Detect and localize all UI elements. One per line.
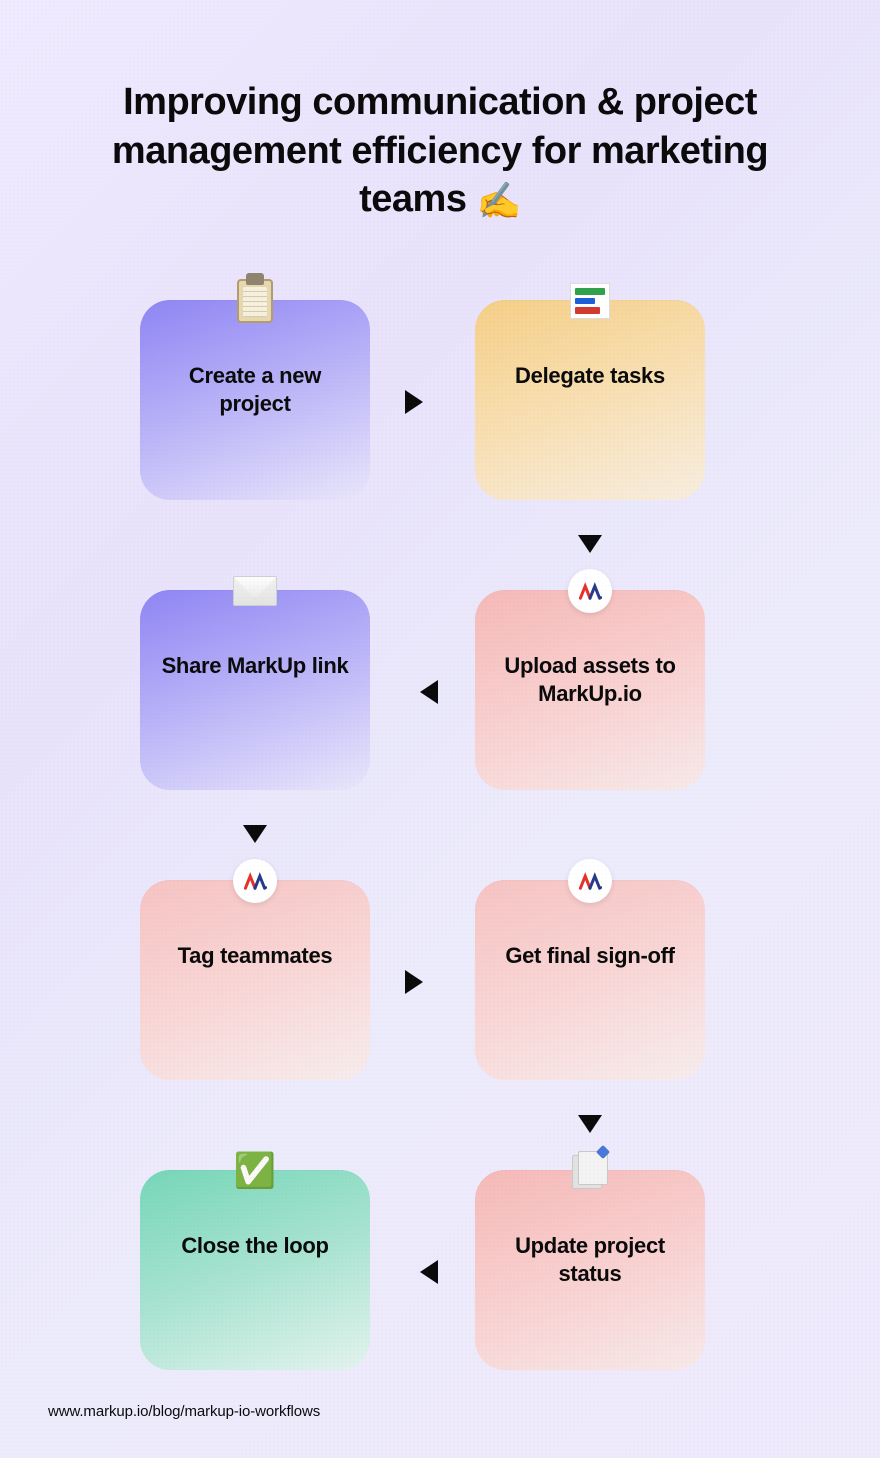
step-close-loop: ✅ Close the loop <box>140 1170 370 1370</box>
step-update-status: Update project status <box>475 1170 705 1370</box>
step-label: Update project status <box>475 1232 705 1287</box>
markup-logo-icon <box>232 858 278 904</box>
step-label: Create a new project <box>140 362 370 417</box>
document-stack-icon <box>567 1148 613 1194</box>
step-label: Delegate tasks <box>497 362 683 390</box>
footer-url: www.markup.io/blog/markup-io-workflows <box>48 1403 320 1420</box>
arrow-down-icon <box>578 1115 602 1133</box>
arrow-right-icon <box>405 390 423 414</box>
bars-icon <box>567 278 613 324</box>
arrow-left-icon <box>420 1260 438 1284</box>
arrow-left-icon <box>420 680 438 704</box>
step-delegate-tasks: Delegate tasks <box>475 300 705 500</box>
writing-hand-icon: ✍️ <box>477 180 521 221</box>
step-share-link: Share MarkUp link <box>140 590 370 790</box>
arrow-right-icon <box>405 970 423 994</box>
title-text: Improving communication & project manage… <box>112 81 768 220</box>
markup-logo-icon <box>567 568 613 614</box>
step-label: Tag teammates <box>160 942 351 970</box>
step-upload-assets: Upload assets to MarkUp.io <box>475 590 705 790</box>
step-label: Upload assets to MarkUp.io <box>475 652 705 707</box>
arrow-down-icon <box>243 825 267 843</box>
check-icon: ✅ <box>232 1148 278 1194</box>
envelope-icon <box>232 568 278 614</box>
clipboard-icon <box>232 278 278 324</box>
step-create-project: Create a new project <box>140 300 370 500</box>
step-label: Share MarkUp link <box>144 652 367 680</box>
arrow-down-icon <box>578 535 602 553</box>
step-label: Close the loop <box>163 1232 346 1260</box>
step-tag-teammates: Tag teammates <box>140 880 370 1080</box>
step-label: Get final sign-off <box>487 942 692 970</box>
markup-logo-icon <box>567 858 613 904</box>
flow-diagram: Create a new project Delegate tasks Shar… <box>0 300 880 1368</box>
page-title: Improving communication & project manage… <box>0 78 880 224</box>
step-final-signoff: Get final sign-off <box>475 880 705 1080</box>
